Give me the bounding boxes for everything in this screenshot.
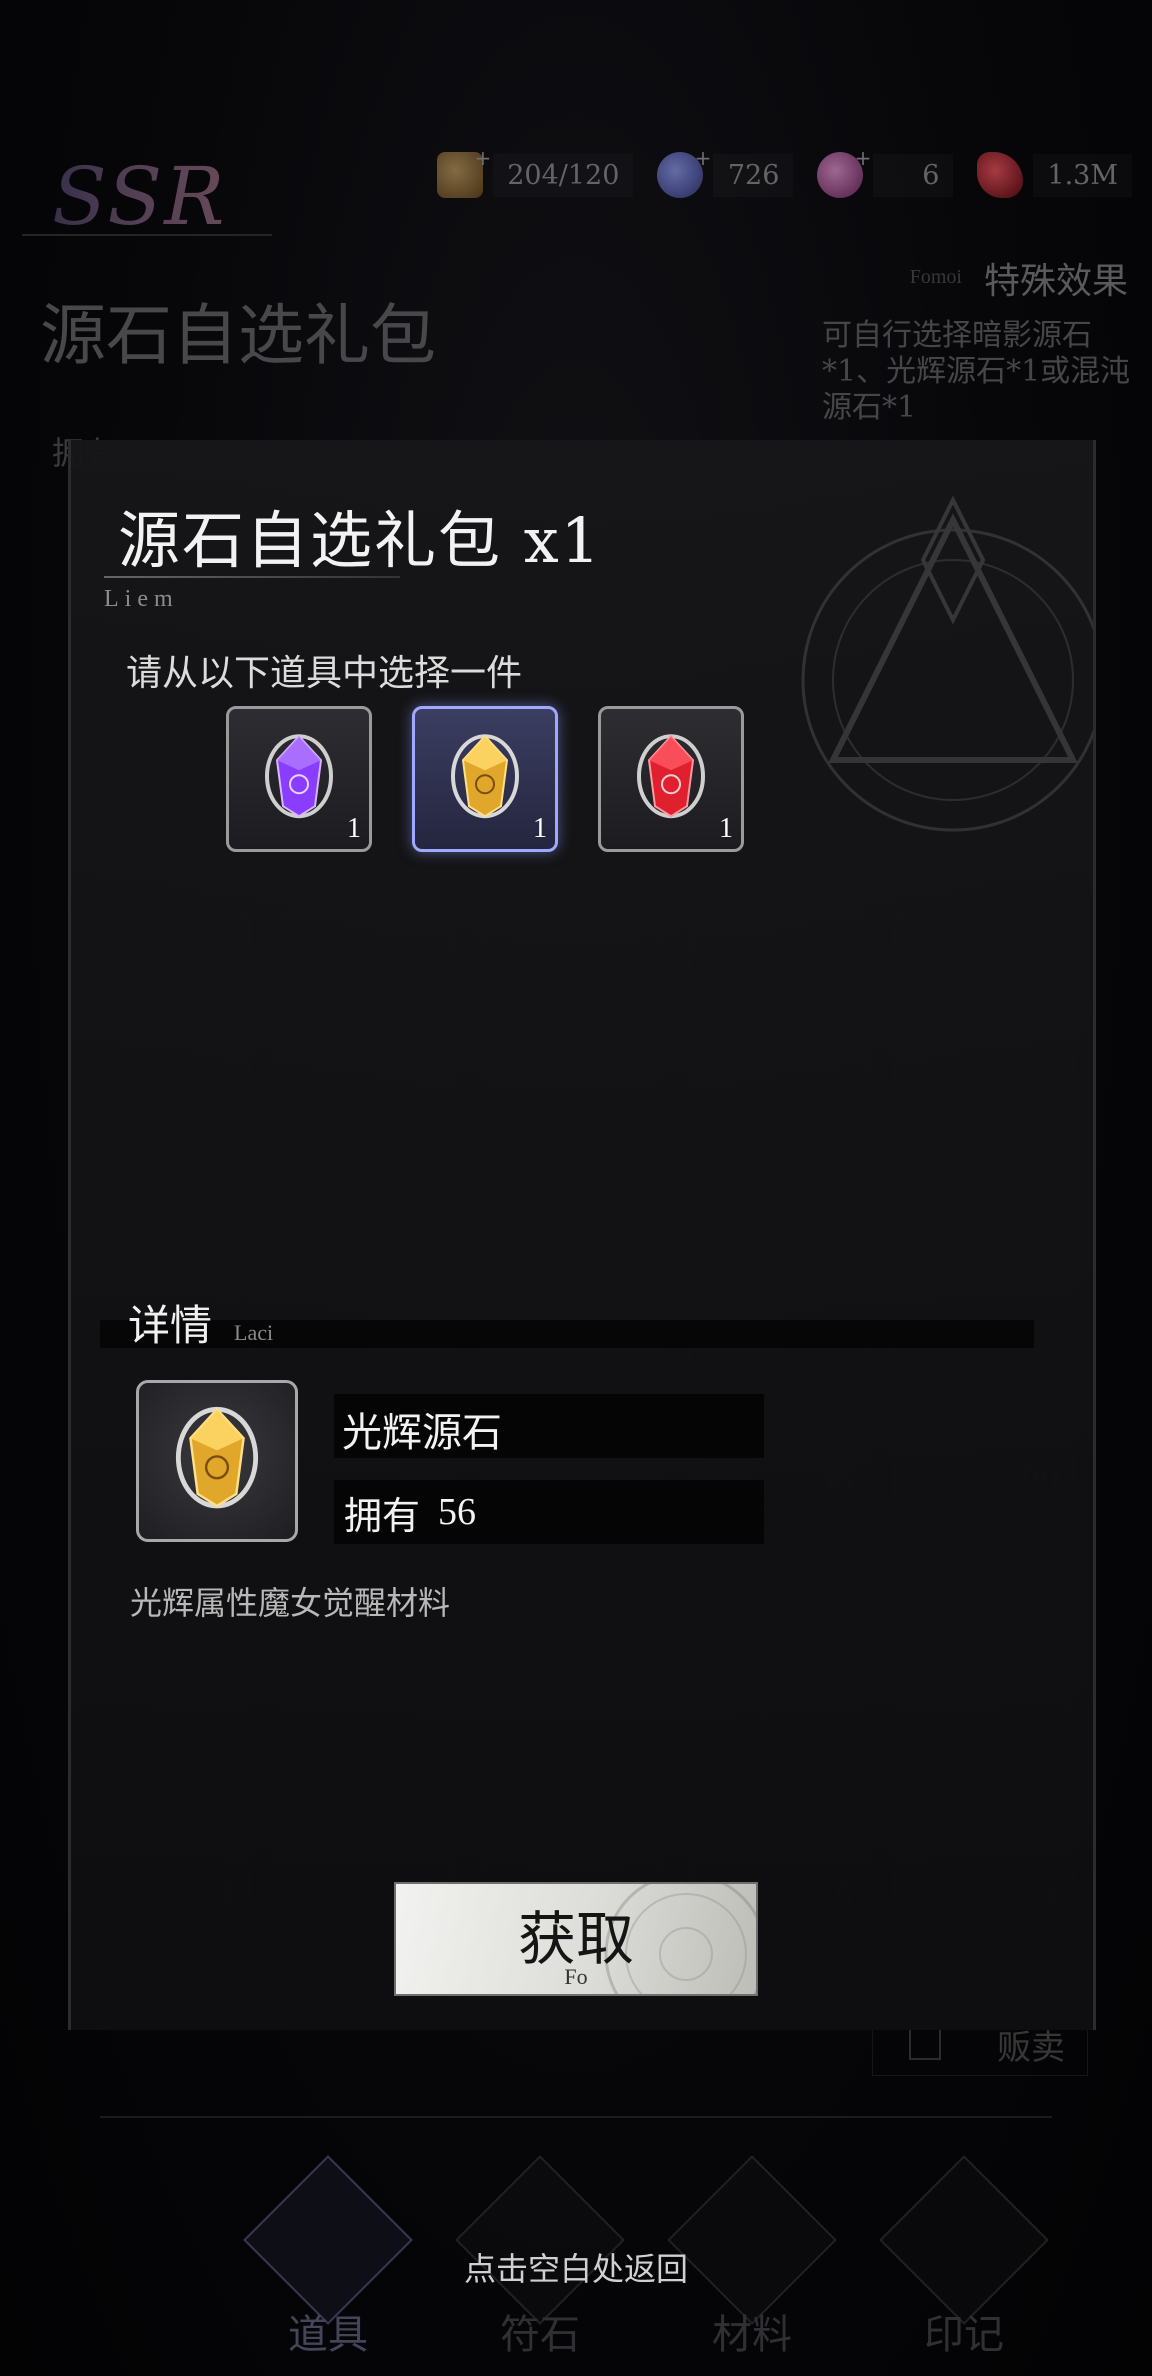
modal-title-sub: Liem [104, 586, 179, 612]
option-radiant-stone[interactable]: 1 [412, 706, 558, 852]
option-count: 1 [347, 813, 361, 844]
item-description: 光辉属性魔女觉醒材料 [130, 1584, 451, 1622]
owned-count-box: 拥有 56 [334, 1480, 764, 1544]
option-count: 1 [719, 813, 733, 844]
details-heading: 详情 [128, 1301, 213, 1350]
magic-circle-icon [801, 495, 1093, 832]
option-shadow-stone[interactable]: 1 [226, 706, 372, 852]
selected-item-icon-frame [136, 1380, 298, 1542]
title-underline [104, 576, 400, 578]
chaos-stone-icon [637, 734, 705, 819]
option-count: 1 [533, 813, 547, 844]
shadow-stone-icon [265, 734, 333, 819]
owned-value: 56 [438, 1491, 477, 1533]
selected-item-name-box: 光辉源石 [334, 1394, 764, 1458]
selected-item-name: 光辉源石 [342, 1410, 502, 1456]
details-sub: Laci [234, 1320, 274, 1345]
radiant-stone-icon [451, 734, 519, 819]
tap-to-return-hint: 点击空白处返回 [463, 2250, 688, 2288]
option-chaos-stone[interactable]: 1 [598, 706, 744, 852]
modal-title: 源石自选礼包 x1 [118, 504, 603, 577]
selection-prompt: 请从以下道具中选择一件 [126, 653, 523, 694]
obtain-button[interactable]: 获取 Fo [394, 1882, 758, 1996]
owned-label: 拥有 [344, 1493, 421, 1538]
obtain-sub: Fo [564, 1964, 588, 1989]
radiant-stone-icon [175, 1406, 259, 1509]
option-list: 1 1 1 [226, 706, 746, 852]
